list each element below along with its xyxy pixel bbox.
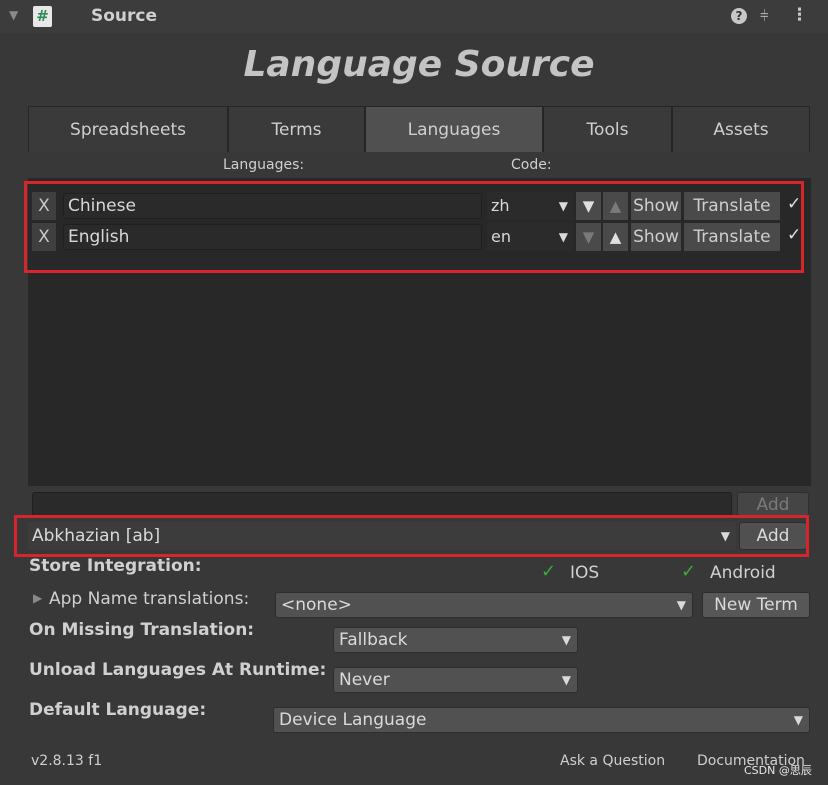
chevron-down-icon: ▼ <box>561 633 571 647</box>
tab-tools[interactable]: Tools <box>543 106 672 152</box>
watermark: CSDN @思辰 <box>744 764 812 777</box>
tab-spreadsheets[interactable]: Spreadsheets <box>28 106 228 152</box>
unload-languages-label: Unload Languages At Runtime: <box>29 660 327 680</box>
ask-question-link[interactable]: Ask a Question <box>560 753 665 769</box>
missing-translation-label: On Missing Translation: <box>29 620 255 640</box>
store-integration-label: Store Integration: <box>29 556 202 576</box>
app-name-value: <none> <box>281 595 352 615</box>
highlight-box <box>24 181 804 273</box>
unload-languages-dropdown[interactable]: Never ▼ <box>333 667 578 693</box>
foldout-arrow-icon[interactable]: ▶ <box>33 591 42 605</box>
ios-label[interactable]: IOS <box>570 563 599 583</box>
highlight-box <box>14 515 809 557</box>
missing-translation-dropdown[interactable]: Fallback ▼ <box>333 627 578 653</box>
chevron-down-icon: ▼ <box>561 673 571 687</box>
missing-translation-value: Fallback <box>339 630 408 650</box>
tab-assets[interactable]: Assets <box>672 106 810 152</box>
foldout-arrow-icon[interactable]: ▼ <box>9 8 23 24</box>
page-title: Language Source <box>243 44 595 85</box>
app-name-dropdown[interactable]: <none> ▼ <box>275 592 693 618</box>
default-language-dropdown[interactable]: Device Language ▼ <box>273 707 810 733</box>
app-name-label[interactable]: App Name translations: <box>49 589 249 609</box>
custom-language-input[interactable] <box>32 492 732 516</box>
check-icon: ✓ <box>681 561 697 582</box>
languages-column-label: Languages: <box>223 157 305 173</box>
help-icon[interactable]: ? <box>731 8 747 24</box>
default-language-label: Default Language: <box>29 700 207 720</box>
chevron-down-icon: ▼ <box>676 598 686 612</box>
component-title: Source <box>91 6 158 26</box>
add-custom-language-button[interactable]: Add <box>737 492 809 516</box>
more-menu-icon[interactable]: ⋮ <box>791 5 808 25</box>
chevron-down-icon: ▼ <box>793 713 803 727</box>
unload-languages-value: Never <box>339 670 390 690</box>
tab-languages[interactable]: Languages <box>365 106 543 152</box>
tab-terms[interactable]: Terms <box>228 106 365 152</box>
check-icon: ✓ <box>541 561 557 582</box>
version-label: v2.8.13 f1 <box>31 753 103 769</box>
presets-icon[interactable]: ⫩ <box>760 7 769 25</box>
script-icon: # <box>33 6 52 27</box>
new-term-button[interactable]: New Term <box>702 592 810 618</box>
android-label[interactable]: Android <box>710 563 776 583</box>
default-language-value: Device Language <box>279 710 427 730</box>
code-column-label: Code: <box>511 157 552 173</box>
